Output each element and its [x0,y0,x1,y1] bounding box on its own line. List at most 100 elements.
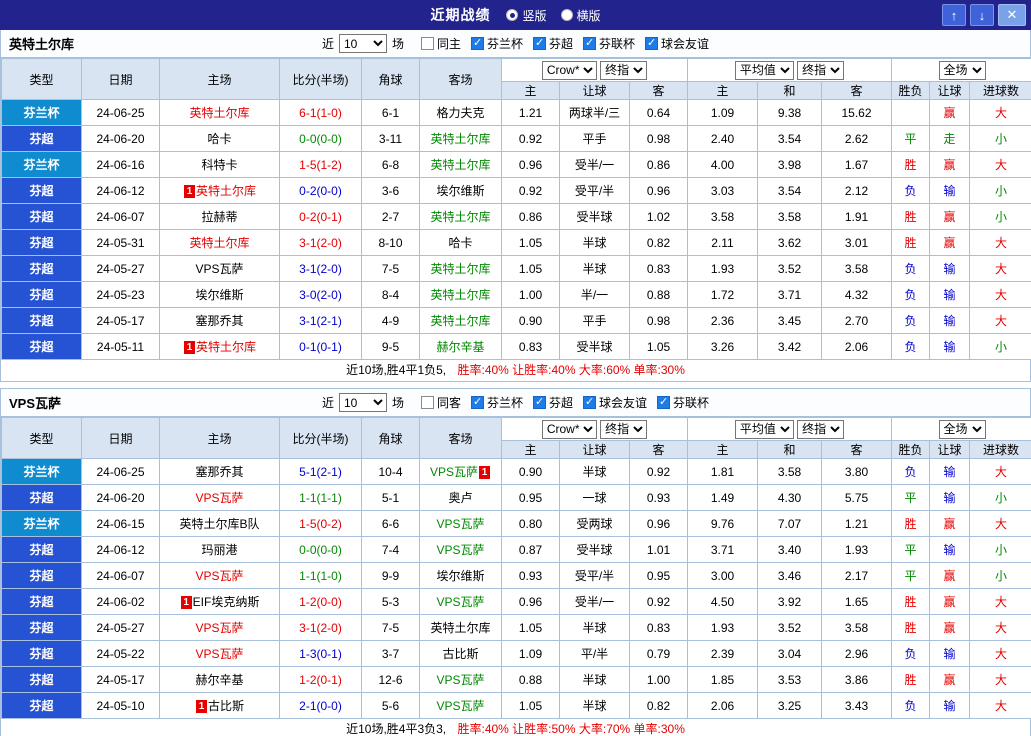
away-team-name[interactable]: 赫尔辛基 [436,340,484,354]
home-team-name[interactable]: 英特土尔库 [196,340,256,354]
away-team-name[interactable]: VPS瓦萨 [436,595,484,609]
home-team-name[interactable]: VPS瓦萨 [195,621,243,635]
avg-home-cell: 9.76 [687,510,758,537]
home-team-name[interactable]: EIF埃克纳斯 [193,595,260,609]
league-filter[interactable]: 芬超 [533,394,573,411]
home-team-name[interactable]: 英特土尔库 [189,236,249,250]
home-team-name[interactable]: 埃尔维斯 [195,288,243,302]
home-team-name[interactable]: 赫尔辛基 [195,673,243,687]
checkbox-icon[interactable] [470,36,484,50]
col-header-score: 比分(半场) [279,58,362,100]
away-team-name[interactable]: 英特土尔库 [430,621,490,635]
match-row: 芬超 24-06-07 拉赫蒂 0-2(0-1) 2-7 英特土尔库 0.86 … [1,203,1031,230]
home-team-name[interactable]: VPS瓦萨 [195,647,243,661]
away-team-name[interactable]: VPS瓦萨 [436,673,484,687]
away-team-name[interactable]: VPS瓦萨 [430,465,478,479]
away-team-cell: 埃尔维斯 [419,562,502,589]
home-team-name[interactable]: 古比斯 [208,699,244,713]
away-team-name[interactable]: 英特土尔库 [430,262,490,276]
average-select[interactable]: 平均值 [734,60,794,80]
home-team-name[interactable]: VPS瓦萨 [195,262,243,276]
league-filter[interactable]: 同主 [420,35,461,52]
away-team-name[interactable]: 埃尔维斯 [436,569,484,583]
odds-handicap-cell: 平手 [559,125,630,152]
down-arrow-icon: ↓ [978,7,986,23]
average-time-select[interactable]: 终指 [797,60,845,80]
handicap-result-cell: 输 [929,177,971,204]
average-time-select[interactable]: 终指 [797,419,845,439]
bookmaker-select[interactable]: Crow* [541,60,597,80]
odds-home-cell: 1.09 [501,640,560,667]
away-team-name[interactable]: 哈卡 [448,236,472,250]
recent-count-select[interactable]: 10 [338,393,387,412]
away-team-name[interactable]: 格力夫克 [436,106,484,120]
score-cell: 0-2(0-1) [279,203,362,230]
away-team-name[interactable]: 英特土尔库 [430,132,490,146]
league-filter[interactable]: 芬超 [533,35,573,52]
away-team-name[interactable]: 奥卢 [448,491,472,505]
fulltime-select[interactable]: 全场 [938,60,986,80]
home-team-name[interactable]: VPS瓦萨 [195,569,243,583]
checkbox-icon[interactable] [533,395,546,409]
checkbox-icon[interactable] [645,36,659,50]
league-filter[interactable]: 芬联杯 [657,394,709,411]
away-team-name[interactable]: VPS瓦萨 [436,543,484,557]
league-filter[interactable]: 同客 [420,394,461,411]
close-button[interactable]: ✕ [998,4,1026,26]
home-team-name[interactable]: 塞那乔其 [195,314,243,328]
league-filter[interactable]: 球会友谊 [583,394,647,411]
away-team-name[interactable]: VPS瓦萨 [436,699,484,713]
away-team-name[interactable]: VPS瓦萨 [436,517,484,531]
away-team-name[interactable]: 英特土尔库 [430,314,490,328]
home-team-name[interactable]: 玛丽港 [201,543,237,557]
view-mode-option[interactable]: 横版 [560,7,601,24]
home-team-name[interactable]: 塞那乔其 [195,465,243,479]
league-filter[interactable]: 芬联杯 [583,35,635,52]
home-team-name[interactable]: 拉赫蒂 [201,210,237,224]
average-select[interactable]: 平均值 [734,419,794,439]
bookmaker-select[interactable]: Crow* [541,419,597,439]
score-cell: 1-3(0-1) [279,640,362,667]
away-team-cell: 格力夫克 [419,99,502,126]
checkbox-icon[interactable] [533,36,546,50]
checkbox-icon[interactable] [583,395,597,409]
odds-time-select[interactable]: 终指 [600,419,648,439]
home-team-name[interactable]: 哈卡 [207,132,231,146]
home-team-name[interactable]: VPS瓦萨 [195,491,243,505]
score-cell: 3-1(2-0) [279,614,362,641]
score-cell: 1-2(0-0) [279,588,362,615]
fulltime-select[interactable]: 全场 [938,419,986,439]
odds-handicap-cell: 受半球 [559,333,630,360]
away-team-name[interactable]: 英特土尔库 [430,288,490,302]
checkbox-icon[interactable] [420,37,434,50]
checkbox-icon[interactable] [657,395,671,409]
score-cell: 3-0(2-0) [279,281,362,308]
league-filter[interactable]: 芬兰杯 [470,394,523,411]
radio-icon[interactable] [506,9,519,21]
scroll-up-button[interactable]: ↑ [942,4,966,26]
avg-draw-cell: 3.98 [757,151,822,178]
away-team-cell: 英特土尔库 [419,614,502,641]
fulltime-header: 全场 [891,58,1031,82]
checkbox-icon[interactable] [470,395,484,409]
home-team-name[interactable]: 科特卡 [201,158,237,172]
checkbox-icon[interactable] [420,396,434,409]
radio-icon[interactable] [560,9,573,21]
league-cell: 芬超 [1,562,82,589]
scroll-down-button[interactable]: ↓ [970,4,994,26]
away-team-name[interactable]: 英特土尔库 [430,210,490,224]
league-filter[interactable]: 球会友谊 [645,35,709,52]
home-team-name[interactable]: 英特土尔库B队 [179,517,259,531]
match-row: 芬超 24-05-23 埃尔维斯 3-0(2-0) 8-4 英特土尔库 1.00… [1,281,1031,308]
away-team-name[interactable]: 古比斯 [442,647,478,661]
checkbox-icon[interactable] [583,36,597,50]
view-mode-option[interactable]: 竖版 [506,7,547,24]
date-cell: 24-06-25 [81,458,160,485]
recent-count-select[interactable]: 10 [338,34,387,53]
odds-time-select[interactable]: 终指 [600,60,648,80]
away-team-name[interactable]: 埃尔维斯 [436,184,484,198]
away-team-name[interactable]: 英特土尔库 [430,158,490,172]
home-team-name[interactable]: 英特土尔库 [189,106,249,120]
league-filter[interactable]: 芬兰杯 [470,35,523,52]
home-team-name[interactable]: 英特土尔库 [196,184,256,198]
